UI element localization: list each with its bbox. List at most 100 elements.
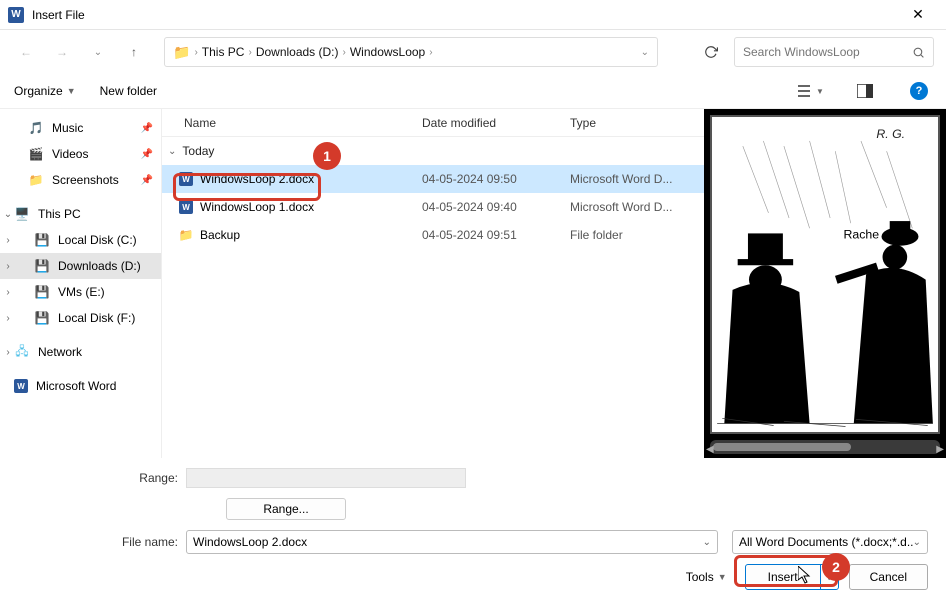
file-type: File folder [570, 228, 704, 242]
preview-horizontal-scrollbar[interactable] [710, 440, 940, 454]
sidebar-item-word[interactable]: › W Microsoft Word [0, 373, 161, 399]
search-icon [912, 46, 925, 59]
preview-pane-button[interactable] [852, 78, 878, 104]
scroll-left-icon[interactable]: ◀ [706, 444, 714, 455]
chevron-down-icon: ▼ [816, 87, 824, 96]
breadcrumb-thispc[interactable]: This PC [202, 45, 245, 59]
file-date: 04-05-2024 09:40 [422, 200, 570, 214]
disk-icon: 💾 [34, 285, 50, 299]
sidebar-item-network[interactable]: › 🖧 Network [0, 339, 161, 365]
pin-icon: 📌 [141, 175, 153, 186]
sidebar-item-music[interactable]: 🎵 Music 📌 [0, 115, 161, 141]
file-list: Name Date modified Type ⌄ Today WWindows… [162, 109, 704, 458]
chevron-down-icon: ▼ [718, 572, 727, 582]
sidebar-item-local-f[interactable]: › 💾 Local Disk (F:) [0, 305, 161, 331]
filename-input[interactable]: WindowsLoop 2.docx ⌄ [186, 530, 718, 554]
help-button[interactable]: ? [906, 78, 932, 104]
network-icon: 🖧 [14, 342, 30, 363]
scroll-right-icon[interactable]: ▶ [936, 444, 944, 455]
chevron-right-icon[interactable]: › [2, 347, 14, 358]
organize-button[interactable]: Organize ▼ [14, 84, 76, 98]
chevron-right-icon: › [194, 47, 197, 58]
videos-icon: 🎬 [28, 147, 44, 161]
dialog-title: Insert File [32, 8, 898, 22]
new-folder-button[interactable]: New folder [100, 84, 157, 98]
chevron-right-icon[interactable]: › [2, 287, 14, 298]
range-input[interactable] [186, 468, 466, 488]
sidebar-item-downloads-d[interactable]: › 💾 Downloads (D:) [0, 253, 161, 279]
range-label: Range: [18, 471, 186, 485]
breadcrumb-windowsloop[interactable]: WindowsLoop [350, 45, 425, 59]
refresh-button[interactable] [696, 37, 726, 67]
chevron-right-icon[interactable]: › [2, 313, 14, 324]
range-button[interactable]: Range... [226, 498, 346, 520]
sidebar-item-thispc[interactable]: ⌄ 🖥️ This PC [0, 201, 161, 227]
file-row[interactable]: 📁Backup04-05-2024 09:51File folder [162, 221, 704, 249]
sidebar-label: Microsoft Word [36, 379, 116, 393]
column-type[interactable]: Type [570, 116, 704, 130]
cancel-button[interactable]: Cancel [849, 564, 928, 590]
help-icon: ? [910, 82, 928, 100]
disk-icon: 💾 [34, 233, 50, 247]
sidebar-label: Music [52, 121, 83, 135]
chevron-right-icon[interactable]: › [2, 235, 14, 246]
bottom-panel: Range: Range... File name: WindowsLoop 2… [0, 458, 946, 590]
file-name: WindowsLoop 1.docx [196, 200, 422, 214]
filename-value: WindowsLoop 2.docx [193, 535, 307, 549]
preview-initials: R. G. [876, 127, 905, 141]
disk-icon: 💾 [34, 311, 50, 325]
organize-label: Organize [14, 84, 63, 98]
file-date: 04-05-2024 09:50 [422, 172, 570, 186]
insert-label: Insert [746, 570, 820, 584]
word-doc-icon: W [176, 200, 196, 214]
file-type-filter[interactable]: All Word Documents (*.docx;*.d... ⌄ [732, 530, 928, 554]
sidebar: 🎵 Music 📌 🎬 Videos 📌 📁 Screenshots 📌 ⌄ 🖥… [0, 109, 162, 458]
music-icon: 🎵 [28, 121, 44, 135]
up-button[interactable]: ↑ [120, 38, 148, 66]
file-name: WindowsLoop 2.docx [196, 172, 422, 186]
preview-image: R. G. Rache [710, 115, 940, 434]
address-dropdown-icon[interactable]: ⌄ [641, 47, 649, 58]
annotation-callout-1: 1 [313, 142, 341, 170]
group-today[interactable]: ⌄ Today [162, 137, 704, 165]
filter-label: All Word Documents (*.docx;*.d... [739, 535, 913, 549]
file-type: Microsoft Word D... [570, 172, 704, 186]
preview-pane: R. G. Rache [704, 109, 946, 458]
annotation-callout-2: 2 [822, 553, 850, 581]
chevron-right-icon: › [429, 47, 432, 58]
sidebar-item-local-c[interactable]: › 💾 Local Disk (C:) [0, 227, 161, 253]
sidebar-item-videos[interactable]: 🎬 Videos 📌 [0, 141, 161, 167]
file-name: Backup [196, 228, 422, 242]
address-bar[interactable]: 📁 › This PC › Downloads (D:) › WindowsLo… [164, 37, 658, 67]
titlebar: W Insert File ✕ [0, 0, 946, 30]
chevron-right-icon[interactable]: › [2, 261, 14, 272]
new-folder-label: New folder [100, 84, 157, 98]
search-box[interactable] [734, 37, 934, 67]
column-name[interactable]: Name [184, 116, 422, 130]
sidebar-label: Local Disk (F:) [58, 311, 135, 325]
sidebar-item-vms-e[interactable]: › 💾 VMs (E:) [0, 279, 161, 305]
recent-dropdown[interactable]: ⌄ [84, 38, 112, 66]
column-date[interactable]: Date modified [422, 116, 570, 130]
tools-button[interactable]: Tools ▼ [686, 570, 727, 584]
search-input[interactable] [743, 45, 908, 59]
view-options-button[interactable]: ▼ [798, 78, 824, 104]
file-row[interactable]: WWindowsLoop 2.docx04-05-2024 09:50Micro… [162, 165, 704, 193]
breadcrumb-downloads[interactable]: Downloads (D:) [256, 45, 339, 59]
chevron-down-icon[interactable]: ⌄ [703, 537, 711, 548]
word-icon: W [14, 379, 28, 393]
forward-button[interactable]: → [48, 38, 76, 66]
back-button[interactable]: ← [12, 38, 40, 66]
sidebar-item-screenshots[interactable]: 📁 Screenshots 📌 [0, 167, 161, 193]
close-button[interactable]: ✕ [898, 6, 938, 23]
chevron-down-icon[interactable]: ⌄ [913, 537, 921, 548]
tools-label: Tools [686, 570, 714, 584]
folder-icon: 📁 [173, 44, 190, 61]
pc-icon: 🖥️ [14, 207, 30, 221]
file-row[interactable]: WWindowsLoop 1.docx04-05-2024 09:40Micro… [162, 193, 704, 221]
word-doc-icon: W [176, 172, 196, 186]
filename-label: File name: [18, 535, 186, 549]
sidebar-label: VMs (E:) [58, 285, 105, 299]
pin-icon: 📌 [141, 149, 153, 160]
chevron-down-icon[interactable]: ⌄ [2, 209, 14, 220]
